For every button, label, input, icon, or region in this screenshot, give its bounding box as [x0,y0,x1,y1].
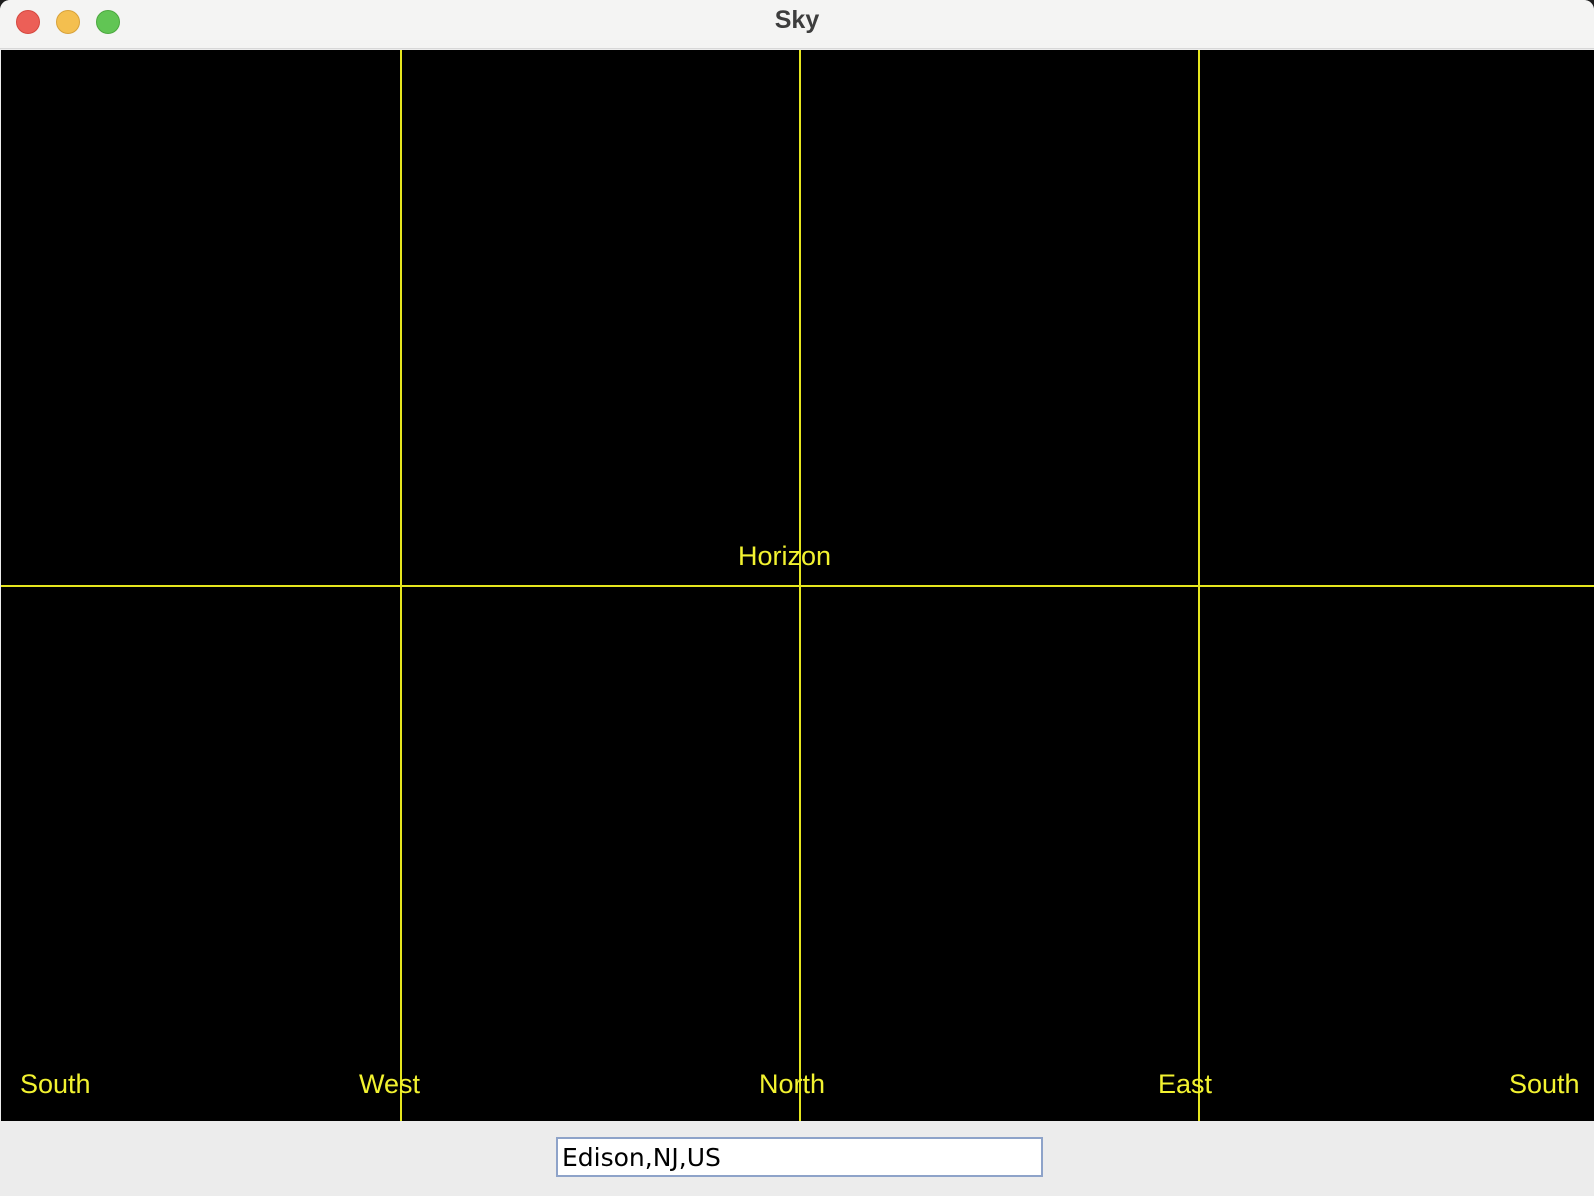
horizon-line [1,585,1594,587]
direction-label-south-right: South [1509,1069,1580,1099]
horizon-label: Horizon [738,541,832,571]
direction-label-west: West [359,1069,421,1099]
sky-view[interactable]: Horizon South West North East South [1,50,1594,1121]
direction-label-east: East [1158,1069,1213,1099]
sky-window: Sky Horizon South West North East South [0,0,1594,1196]
direction-label-south-left: South [20,1069,91,1099]
direction-label-north: North [759,1069,826,1099]
bottom-bar [0,1121,1594,1196]
title-bar[interactable]: Sky [0,0,1594,49]
location-input[interactable] [556,1137,1043,1177]
window-title: Sky [774,6,820,34]
